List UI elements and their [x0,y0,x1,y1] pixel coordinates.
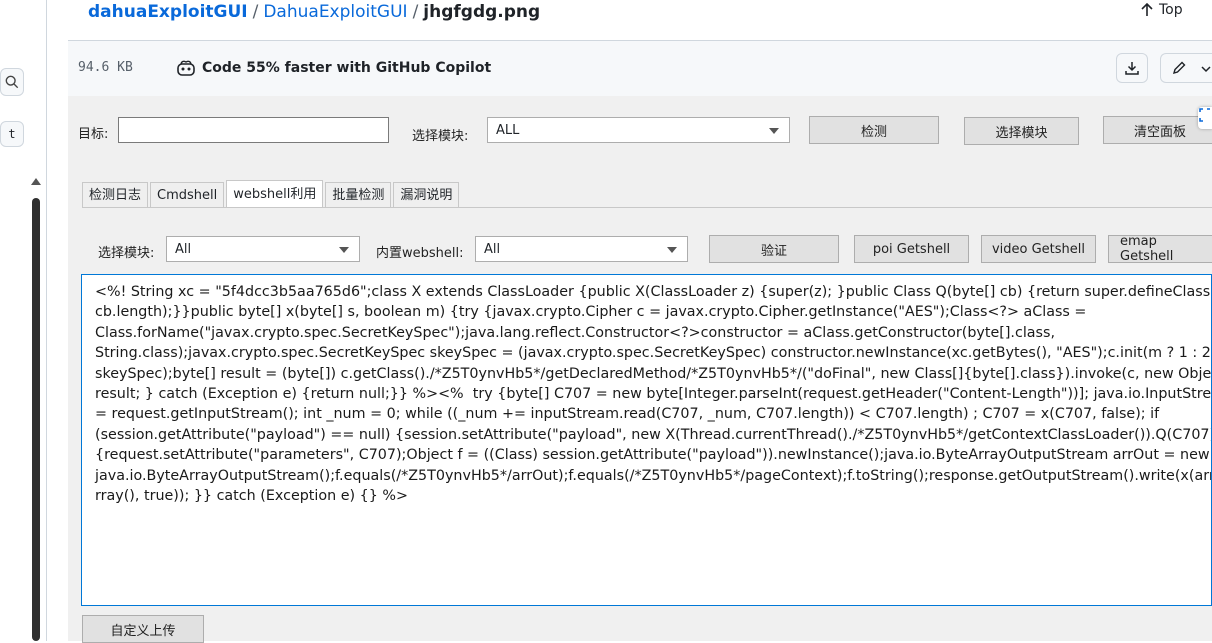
tab-detect-log[interactable]: 检测日志 [82,182,149,208]
tab-cmdshell[interactable]: Cmdshell [150,182,225,208]
file-info-bar: 94.6 KB Code 55% faster with GitHub Copi… [68,40,1212,97]
dropdown-arrow-icon [667,247,677,253]
scan-icon [1199,108,1210,122]
scrollbar-thumb[interactable] [32,198,40,641]
poi-getshell-button[interactable]: poi Getshell [854,235,969,263]
dropdown-arrow-icon [769,128,779,134]
code-line: <%! String xc = "5f4dcc3b5aa765d6";class… [95,284,1212,300]
code-line: String.class);javax.crypto.spec.SecretKe… [95,345,1212,362]
target-label: 目标: [78,127,109,142]
video-getshell-button[interactable]: video Getshell [981,235,1096,263]
code-line: cb.length);}}public byte[] x(byte[] s, b… [95,304,1087,321]
webshell-module-label: 选择模块: [98,246,155,261]
breadcrumb-repo-link[interactable]: DahuaExploitGUI [263,2,407,22]
breadcrumb-owner-link[interactable]: dahuaExploitGUI [88,2,248,22]
chevron-down-icon[interactable] [1201,65,1211,73]
tab-webshell[interactable]: webshell利用 [226,180,324,208]
code-line: java.io.ByteArrayOutputStream();f.equals… [95,467,1212,484]
breadcrumb: dahuaExploitGUI / DahuaExploitGUI / jhgfgdg.… [88,2,541,22]
code-line: (session.getAttribute("payload") == null… [95,426,1212,443]
verify-button[interactable]: 验证 [709,235,839,263]
module-label: 选择模块: [412,129,469,144]
code-line: Class.forName("javax.crypto.spec.SecretK… [95,324,1055,341]
keyboard-shortcut-key: t [0,121,24,147]
builtin-webshell-select[interactable]: All [475,236,688,262]
code-line: {request.setAttribute("parameters", C707… [95,447,1210,464]
code-line: = request.getInputStream(); int _num = 0… [95,406,1160,423]
edit-button-group[interactable] [1160,53,1212,83]
search-button[interactable] [0,68,24,96]
scroll-up-icon[interactable] [31,178,41,185]
clear-panel-button[interactable]: 清空面板 [1103,116,1212,144]
file-size: 94.6 KB [78,60,133,75]
pencil-icon [1172,61,1185,75]
github-file-header: dahuaExploitGUI / DahuaExploitGUI / jhgfgdg.… [68,0,1212,40]
target-input[interactable] [118,117,389,143]
code-line: skeySpec);byte[] result = (byte[]) c.get… [95,365,1212,382]
emap-getshell-button[interactable]: emap Getshell [1108,234,1212,264]
download-button[interactable] [1116,53,1148,83]
detect-button[interactable]: 检测 [809,116,939,144]
select-module-button[interactable]: 选择模块 [964,117,1079,145]
webshell-code-textarea[interactable]: <%! String xc = "5f4dcc3b5aa765d6";class… [81,274,1212,606]
copilot-icon [177,60,195,76]
copilot-promo-link[interactable]: Code 55% faster with GitHub Copilot [176,59,491,77]
search-icon [5,75,19,89]
tab-batch-detect[interactable]: 批量检测 [325,182,392,208]
top-link[interactable]: Top [1141,2,1183,18]
custom-upload-button[interactable]: 自定义上传 [82,615,204,643]
dropdown-arrow-icon [339,247,349,253]
tab-vuln-info[interactable]: 漏洞说明 [393,182,460,208]
builtin-webshell-label: 内置webshell: [376,246,464,261]
code-line: rray(), true)); }} catch (Exception e) {… [95,488,408,505]
scan-button[interactable] [1198,107,1212,129]
arrow-up-icon [1141,3,1153,16]
webshell-module-select[interactable]: All [166,236,360,262]
breadcrumb-file: jhgfgdg.png [423,2,541,22]
code-line: result; } catch (Exception e) {return nu… [95,386,1212,403]
tab-bar: 检测日志 Cmdshell webshell利用 批量检测 漏洞说明 [82,180,461,208]
module-select[interactable]: ALL [487,117,790,143]
download-icon [1125,62,1139,75]
